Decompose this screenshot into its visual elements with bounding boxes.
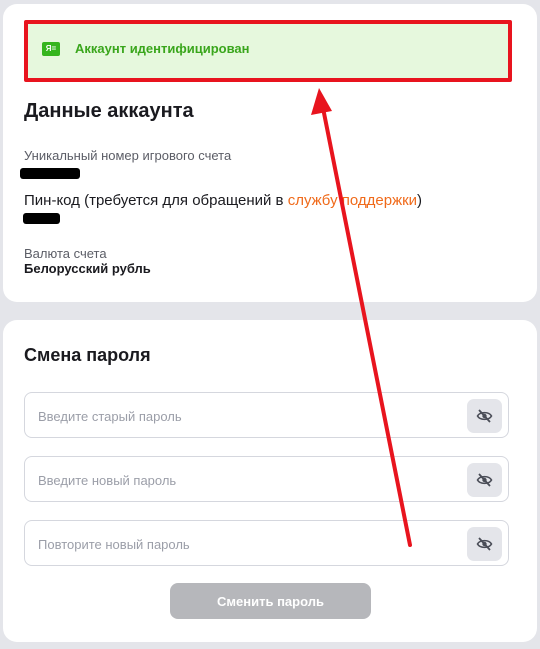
support-link[interactable]: службу поддержки <box>288 192 417 209</box>
repeat-password-input[interactable] <box>36 533 460 555</box>
eye-off-icon <box>476 537 493 551</box>
account-number-redacted <box>20 168 80 179</box>
currency-label: Валюта счета <box>24 246 107 261</box>
identification-banner: Я= Аккаунт идентифицирован <box>24 20 512 82</box>
new-password-input[interactable] <box>36 469 460 491</box>
currency-value: Белорусский рубль <box>24 261 151 276</box>
old-password-field <box>24 392 509 438</box>
pin-code-label: Пин-код (требуется для обращений в служб… <box>24 192 422 209</box>
pin-label-suffix: ) <box>417 192 423 209</box>
toggle-new-password-visibility[interactable] <box>467 463 502 497</box>
identification-status: Аккаунт идентифицирован <box>75 41 250 56</box>
repeat-password-field <box>24 520 509 566</box>
eye-off-icon <box>476 473 493 487</box>
eye-off-icon <box>476 409 493 423</box>
pin-label-prefix: Пин-код (требуется для обращений в <box>24 192 288 209</box>
password-section-title: Смена пароля <box>24 345 151 365</box>
new-password-field <box>24 456 509 502</box>
change-password-button[interactable]: Сменить пароль <box>170 583 371 619</box>
toggle-old-password-visibility[interactable] <box>467 399 502 433</box>
old-password-input[interactable] <box>36 405 460 427</box>
pin-code-redacted <box>23 213 60 224</box>
id-card-icon: Я= <box>42 42 60 56</box>
account-number-label: Уникальный номер игрового счета <box>24 148 232 163</box>
account-section-title: Данные аккаунта <box>24 100 194 122</box>
toggle-repeat-password-visibility[interactable] <box>467 527 502 561</box>
